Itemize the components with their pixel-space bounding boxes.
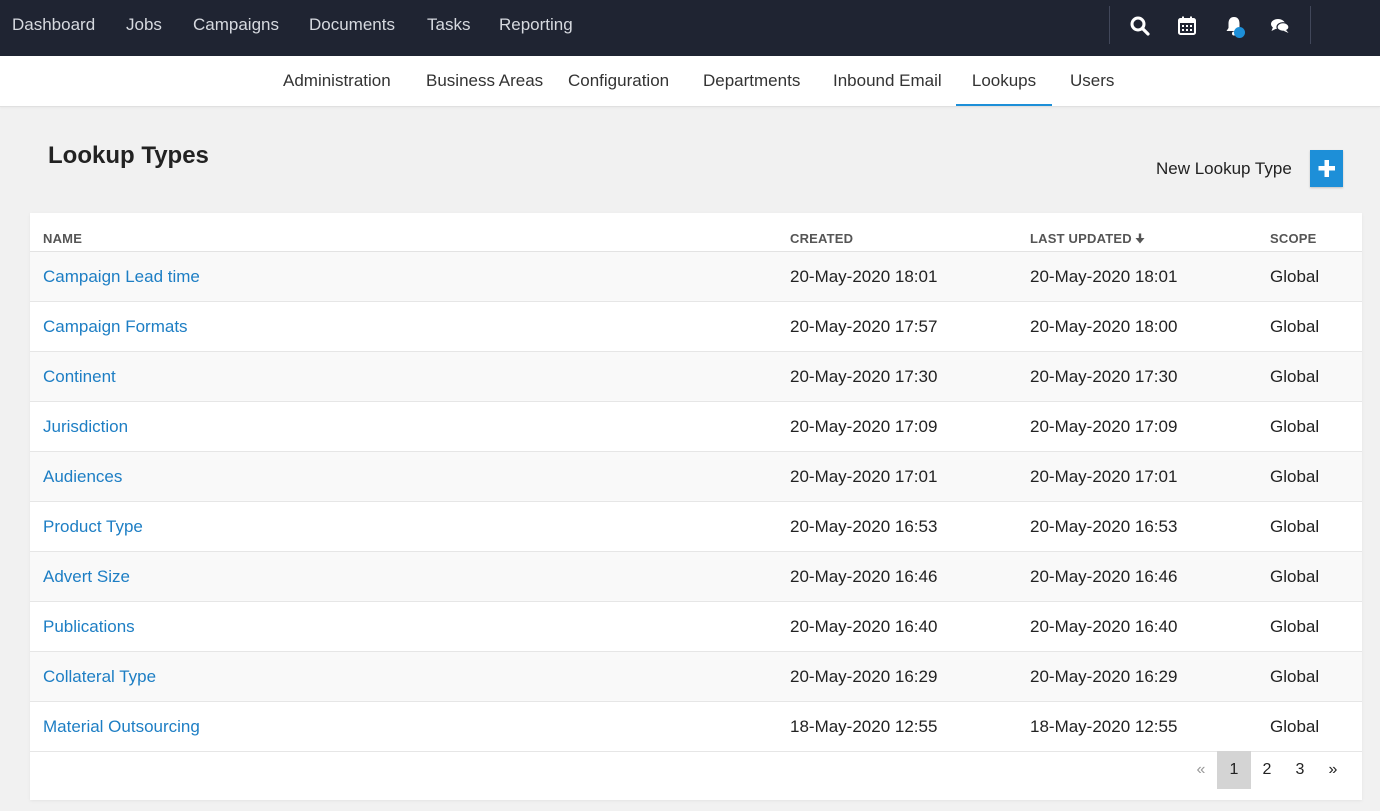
nav-reporting[interactable]: Reporting: [499, 0, 573, 50]
updated-cell: 18-May-2020 12:55: [1030, 717, 1178, 736]
table-row: Advert Size 20-May-2020 16:46 20-May-2020 …: [30, 552, 1362, 602]
admin-subnav: Administration Business Areas Configurat…: [0, 56, 1380, 107]
name-link[interactable]: Product Type: [43, 502, 143, 551]
nav-jobs[interactable]: Jobs: [126, 0, 162, 50]
name-link[interactable]: Material Outsourcing: [43, 702, 200, 751]
table-row: Collateral Type 20-May-2020 16:29 20-May-2…: [30, 652, 1362, 702]
nav-divider: [1310, 6, 1311, 44]
subnav-departments[interactable]: Departments: [703, 56, 800, 106]
created-cell: 20-May-2020 17:01: [790, 467, 938, 486]
table-row: Product Type 20-May-2020 16:53 20-May-2020…: [30, 502, 1362, 552]
scope-cell: Global: [1270, 267, 1320, 286]
table-body: Campaign Lead time 20-May-2020 18:01 20-Ma…: [30, 252, 1362, 752]
lookup-types-table: NAME CREATED LAST UPDATED SCOPE Campaign…: [30, 213, 1362, 800]
name-link[interactable]: Campaign Lead time: [43, 252, 200, 301]
subnav-business-areas[interactable]: Business Areas: [426, 56, 543, 106]
page-3[interactable]: 3: [1284, 751, 1316, 789]
created-cell: 20-May-2020 16:46: [790, 567, 938, 586]
subnav-configuration[interactable]: Configuration: [568, 56, 669, 106]
updated-cell: 20-May-2020 16:53: [1030, 517, 1178, 536]
page-2[interactable]: 2: [1251, 751, 1283, 789]
scope-cell: Global: [1270, 717, 1320, 736]
name-link[interactable]: Collateral Type: [43, 652, 156, 701]
page-1[interactable]: 1: [1217, 751, 1251, 789]
table-row: Material Outsourcing 18-May-2020 12:55 18-…: [30, 702, 1362, 752]
updated-cell: 20-May-2020 17:09: [1030, 417, 1178, 436]
created-cell: 20-May-2020 16:53: [790, 517, 938, 536]
new-lookup-type-label: New Lookup Type: [1156, 159, 1292, 178]
name-link[interactable]: Campaign Formats: [43, 302, 188, 351]
created-cell: 20-May-2020 16:29: [790, 667, 938, 686]
column-header-created[interactable]: CREATED: [790, 231, 853, 246]
column-header-name[interactable]: NAME: [43, 231, 82, 246]
updated-cell: 20-May-2020 18:00: [1030, 317, 1178, 336]
pagination-next[interactable]: »: [1318, 751, 1348, 789]
scope-cell: Global: [1270, 667, 1320, 686]
subnav-administration[interactable]: Administration: [283, 56, 391, 106]
scope-cell: Global: [1270, 467, 1320, 486]
scope-cell: Global: [1270, 317, 1320, 336]
subnav-inbound-email[interactable]: Inbound Email: [833, 56, 942, 106]
created-cell: 20-May-2020 17:30: [790, 367, 938, 386]
nav-documents[interactable]: Documents: [309, 0, 395, 50]
created-cell: 20-May-2020 18:01: [790, 267, 938, 286]
table-row: Campaign Lead time 20-May-2020 18:01 20-Ma…: [30, 252, 1362, 302]
arrow-down-icon: [1135, 233, 1145, 244]
name-link[interactable]: Advert Size: [43, 552, 130, 601]
notification-badge: [1234, 27, 1245, 38]
scope-cell: Global: [1270, 367, 1320, 386]
pagination-prev: «: [1196, 761, 1206, 778]
column-header-last-updated[interactable]: LAST UPDATED: [1030, 231, 1145, 246]
nav-divider: [1109, 6, 1110, 44]
search-icon[interactable]: [1128, 14, 1152, 38]
created-cell: 20-May-2020 16:40: [790, 617, 938, 636]
name-link[interactable]: Publications: [43, 602, 135, 651]
scope-cell: Global: [1270, 517, 1320, 536]
created-cell: 20-May-2020 17:09: [790, 417, 938, 436]
table-row: Jurisdiction 20-May-2020 17:09 20-May-2020…: [30, 402, 1362, 452]
nav-campaigns[interactable]: Campaigns: [193, 0, 279, 50]
updated-cell: 20-May-2020 17:30: [1030, 367, 1178, 386]
nav-dashboard[interactable]: Dashboard: [12, 0, 95, 50]
page-title: Lookup Types: [48, 142, 209, 169]
bell-icon[interactable]: [1222, 14, 1246, 38]
column-header-scope[interactable]: SCOPE: [1270, 231, 1317, 246]
updated-cell: 20-May-2020 17:01: [1030, 467, 1178, 486]
table-row: Continent 20-May-2020 17:30 20-May-2020 17…: [30, 352, 1362, 402]
updated-cell: 20-May-2020 16:46: [1030, 567, 1178, 586]
chat-icon[interactable]: [1268, 14, 1292, 38]
updated-cell: 20-May-2020 16:29: [1030, 667, 1178, 686]
nav-tasks[interactable]: Tasks: [427, 0, 470, 50]
plus-icon: [1318, 160, 1335, 177]
scope-cell: Global: [1270, 567, 1320, 586]
table-row: Audiences 20-May-2020 17:01 20-May-2020 17…: [30, 452, 1362, 502]
name-link[interactable]: Continent: [43, 352, 116, 401]
subnav-lookups[interactable]: Lookups: [956, 56, 1052, 106]
top-navbar: Dashboard Jobs Campaigns Documents Tasks…: [0, 0, 1380, 56]
name-link[interactable]: Audiences: [43, 452, 122, 501]
table-row: Campaign Formats 20-May-2020 17:57 20-May-…: [30, 302, 1362, 352]
updated-cell: 20-May-2020 16:40: [1030, 617, 1178, 636]
name-link[interactable]: Jurisdiction: [43, 402, 128, 451]
new-lookup-type-button[interactable]: [1310, 150, 1343, 187]
scope-cell: Global: [1270, 417, 1320, 436]
updated-cell: 20-May-2020 18:01: [1030, 267, 1178, 286]
calendar-icon[interactable]: [1175, 14, 1199, 38]
created-cell: 18-May-2020 12:55: [790, 717, 938, 736]
scope-cell: Global: [1270, 617, 1320, 636]
column-header-last-updated-label: LAST UPDATED: [1030, 231, 1132, 246]
subnav-users[interactable]: Users: [1070, 56, 1114, 106]
created-cell: 20-May-2020 17:57: [790, 317, 938, 336]
table-row: Publications 20-May-2020 16:40 20-May-2020…: [30, 602, 1362, 652]
